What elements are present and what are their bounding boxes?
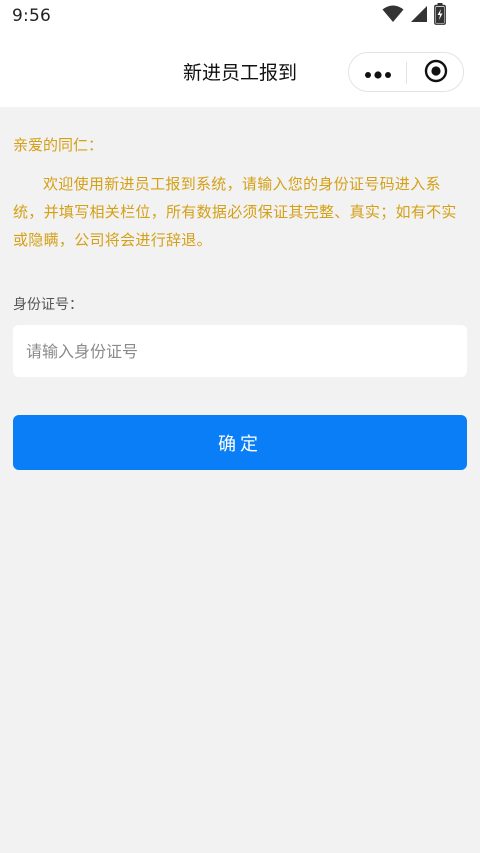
status-icons bbox=[382, 3, 446, 29]
wifi-icon bbox=[382, 5, 404, 27]
signal-icon bbox=[410, 5, 428, 27]
more-icon bbox=[364, 64, 392, 83]
battery-icon bbox=[434, 3, 446, 29]
id-number-label: 身份证号： bbox=[13, 297, 83, 313]
more-button[interactable] bbox=[349, 53, 406, 93]
close-button[interactable] bbox=[407, 53, 464, 93]
screen: 9:56 新进员工报到 亲爱的同仁： 欢迎使用新进员工报到系统，请输入您的身份证… bbox=[0, 0, 480, 853]
id-number-input[interactable] bbox=[13, 325, 467, 377]
close-icon bbox=[424, 59, 448, 87]
notice-greeting: 亲爱的同仁： bbox=[13, 136, 104, 154]
status-time: 9:56 bbox=[12, 6, 51, 26]
status-bar: 9:56 bbox=[0, 0, 480, 34]
navigation-bar: 新进员工报到 bbox=[0, 34, 480, 107]
mini-program-capsule bbox=[348, 52, 464, 92]
confirm-button[interactable]: 确定 bbox=[13, 415, 467, 470]
notice-body: 欢迎使用新进员工报到系统，请输入您的身份证号码进入系统，并填写相关栏位，所有数据… bbox=[13, 175, 457, 249]
